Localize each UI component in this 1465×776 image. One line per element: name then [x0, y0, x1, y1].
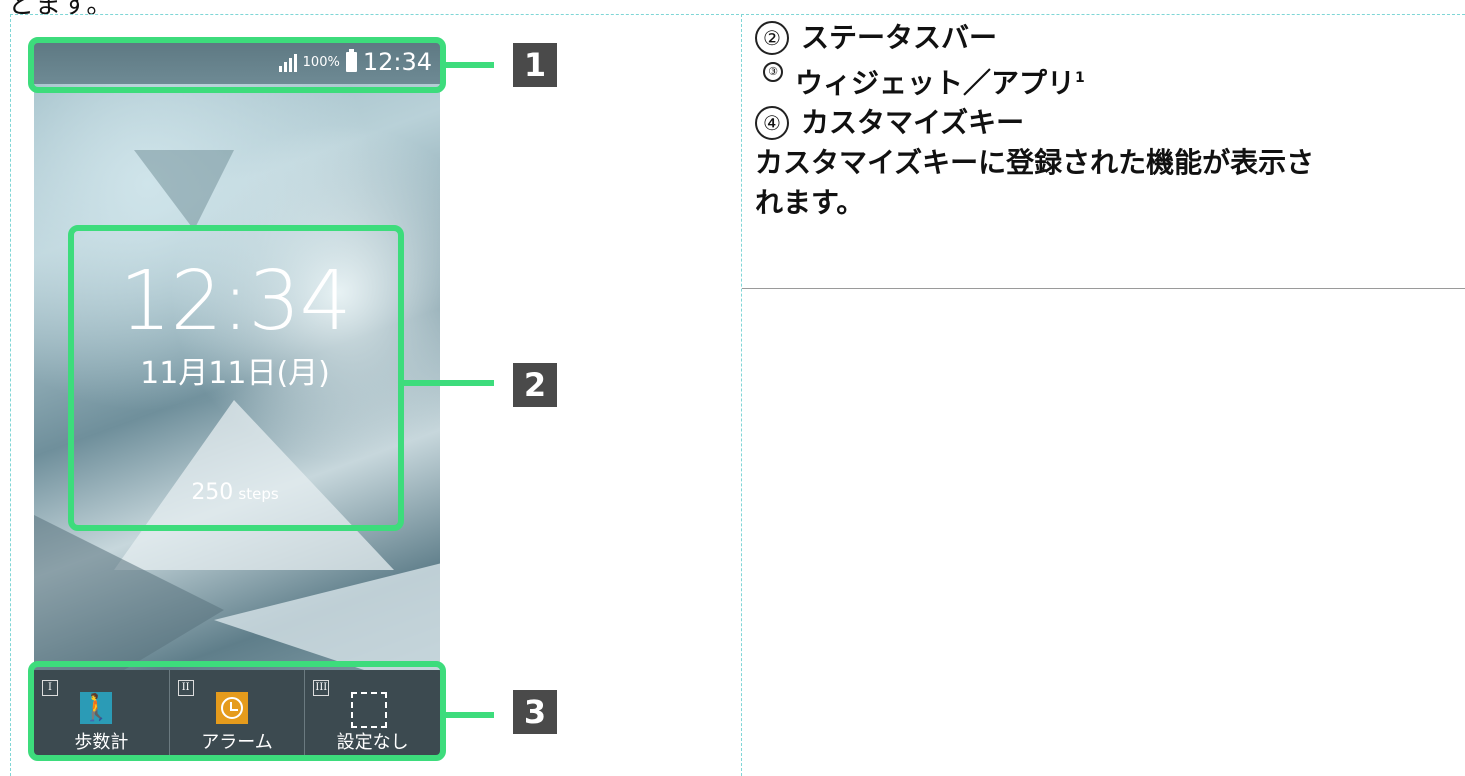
top-text-fragment: とます。: [8, 0, 114, 20]
callout-number-3: 3: [513, 690, 557, 734]
item-marker: ②: [755, 21, 789, 55]
item-marker: ④: [755, 106, 789, 141]
highlight-widget: [68, 225, 404, 531]
callout-line: [440, 62, 494, 68]
description-column: ② ステータスバー ③ ウィジェット／アプリ1 ④ カスタマイズキー カスタマイ…: [755, 18, 1455, 223]
item-text: ウィジェット／アプリ: [795, 66, 1076, 100]
row-divider: [742, 288, 1465, 289]
highlight-status-bar: [28, 37, 446, 93]
callout-number-2: 2: [513, 363, 557, 407]
table-column-divider: [741, 14, 742, 776]
description-body-line-2: れます。: [755, 186, 865, 220]
table-top-border: [10, 14, 1465, 15]
description-item-4: ④ カスタマイズキー: [755, 103, 1455, 143]
item-text: カスタマイズキー: [801, 106, 1025, 140]
callout-number-1: 1: [513, 43, 557, 87]
callout-line: [440, 712, 494, 718]
description-item-3: ③ ウィジェット／アプリ1: [755, 58, 1455, 103]
description-item-2: ② ステータスバー: [755, 18, 1455, 58]
item-marker: ③: [763, 62, 783, 82]
item-text-wrap: ウィジェット／アプリ1: [795, 58, 1085, 103]
footnote-marker: 1: [1075, 70, 1085, 86]
wallpaper-shard: [134, 150, 234, 230]
description-body-line-1: カスタマイズキーに登録された機能が表示さ: [755, 146, 1315, 180]
callout-line: [398, 380, 494, 386]
item-text: ステータスバー: [801, 21, 998, 54]
highlight-custom-keys: [28, 661, 446, 761]
table-left-border: [10, 14, 11, 776]
